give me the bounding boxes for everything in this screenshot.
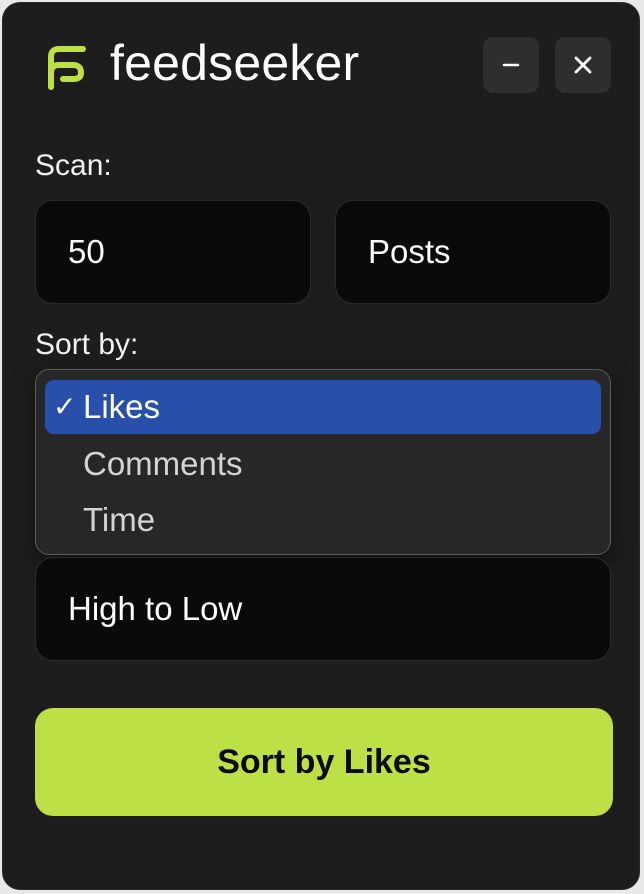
close-icon <box>574 56 592 74</box>
sort-option-time[interactable]: Time <box>45 493 601 547</box>
app-name: feedseeker <box>110 35 360 91</box>
sort-label: Sort by: <box>35 328 139 361</box>
scan-label: Scan: <box>35 149 112 182</box>
sort-option-label: Time <box>83 501 156 538</box>
checkmark-icon: ✓ <box>53 391 77 422</box>
sort-option-likes[interactable]: ✓ Likes <box>45 380 601 434</box>
close-button[interactable] <box>555 37 611 93</box>
sort-by-dropdown: ✓ Likes Comments Time <box>35 369 611 555</box>
feedseeker-logo-icon <box>48 46 86 90</box>
minimize-icon <box>502 63 520 67</box>
scan-count-input[interactable]: 50 <box>35 200 311 304</box>
feedseeker-panel: feedseeker Scan: 50 Posts Sort by: ✓ Lik… <box>2 2 640 890</box>
sort-order-select[interactable]: High to Low <box>35 557 611 661</box>
sort-option-label: Comments <box>83 445 243 482</box>
scan-count-value: 50 <box>68 233 105 270</box>
sort-option-comments[interactable]: Comments <box>45 437 601 491</box>
sort-order-value: High to Low <box>68 590 243 627</box>
scan-unit-select[interactable]: Posts <box>335 200 611 304</box>
scan-unit-value: Posts <box>368 233 451 270</box>
sort-button[interactable]: Sort by Likes <box>35 708 613 816</box>
sort-option-label: Likes <box>83 388 161 425</box>
minimize-button[interactable] <box>483 37 539 93</box>
